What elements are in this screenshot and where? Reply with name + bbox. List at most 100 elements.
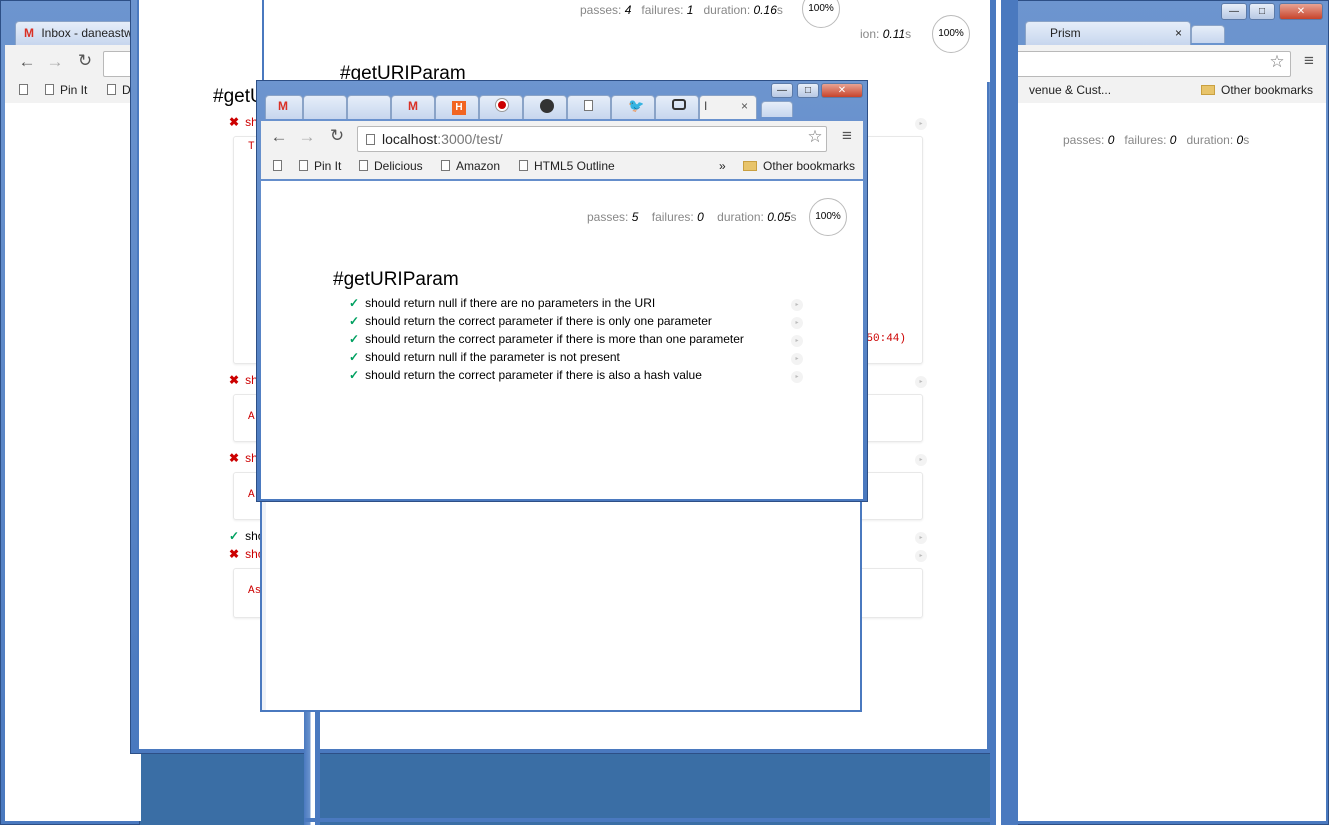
- tab-gmail[interactable]: M: [265, 95, 303, 119]
- progress-ring: 100%: [802, 0, 840, 28]
- reload-icon[interactable]: ↻: [327, 126, 347, 146]
- mocha-stats: passes: 4 failures: 1 duration: 0.16s: [580, 3, 783, 17]
- tab-github[interactable]: [523, 95, 567, 119]
- error-text: A: [248, 489, 255, 501]
- duration-label: duration:: [703, 3, 751, 17]
- bookmark-star-icon[interactable]: ☆: [1267, 52, 1287, 72]
- test-title[interactable]: should return the correct parameter if t…: [365, 368, 702, 382]
- replay-icon[interactable]: ▸: [791, 335, 803, 347]
- chrome-menu-icon[interactable]: ≡: [1299, 51, 1319, 71]
- error-text: A: [248, 411, 255, 423]
- duration-value: 0.05: [767, 210, 791, 224]
- bookmark-blank[interactable]: [19, 83, 34, 97]
- back-arrow-icon[interactable]: ←: [269, 127, 289, 147]
- tab-chat[interactable]: [655, 95, 699, 119]
- replay-icon[interactable]: ▸: [791, 371, 803, 383]
- tab-page[interactable]: [567, 95, 611, 119]
- bookmark-d[interactable]: D: [107, 83, 131, 97]
- pass-icon: ✓: [349, 314, 360, 328]
- passes-label: passes:: [1063, 133, 1105, 147]
- prism-address-bar[interactable]: [1011, 51, 1291, 77]
- pass-icon: ✓: [229, 529, 240, 543]
- other-bookmarks[interactable]: Other bookmarks: [1201, 83, 1313, 97]
- tab-close-icon[interactable]: ×: [741, 99, 748, 113]
- minimize-button[interactable]: —: [1221, 3, 1247, 20]
- bookmark-pin-it[interactable]: Pin It: [45, 83, 87, 97]
- chrome-menu-icon[interactable]: ≡: [837, 126, 857, 146]
- tab-blank[interactable]: [303, 95, 347, 119]
- test-item: ✓ should return the correct parameter if …: [349, 314, 712, 328]
- page-icon: [299, 160, 308, 171]
- window-edge: [990, 0, 1010, 825]
- tab-hacker-news[interactable]: H: [435, 95, 479, 119]
- test-item: ✖ sh: [229, 115, 258, 129]
- tab-blank[interactable]: [347, 95, 391, 119]
- new-tab-button[interactable]: [761, 101, 793, 117]
- new-tab-button[interactable]: [1191, 25, 1225, 43]
- pass-icon: ✓: [349, 296, 360, 310]
- failures-label: failures:: [1124, 133, 1167, 147]
- test-title[interactable]: should return null if there are no param…: [365, 296, 655, 310]
- failures-count: 1: [686, 3, 694, 17]
- hackernews-icon: H: [452, 101, 466, 115]
- prism-page: passes: 0 failures: 0 duration: 0s: [1015, 103, 1326, 821]
- second-duration: ion: 0.11s: [860, 27, 911, 41]
- suite-heading[interactable]: #getURIParam: [333, 269, 459, 291]
- inbox-tab-title: Inbox - daneastw: [41, 26, 133, 40]
- gmail-icon: M: [24, 26, 34, 40]
- duration-value: 0.11: [882, 27, 906, 41]
- test-title[interactable]: should return the correct parameter if t…: [365, 314, 712, 328]
- failures-label: failures:: [651, 210, 694, 224]
- close-button[interactable]: ✕: [1279, 3, 1323, 20]
- bookmark-blank[interactable]: [273, 159, 288, 173]
- bookmark-star-icon[interactable]: ☆: [805, 127, 825, 147]
- failures-count: 0: [697, 210, 704, 224]
- back-arrow-icon[interactable]: ←: [17, 52, 37, 72]
- page-icon: [366, 134, 375, 145]
- tab-record[interactable]: [479, 95, 523, 119]
- tab-active[interactable]: I ×: [699, 95, 757, 119]
- maximize-button[interactable]: □: [1249, 3, 1275, 20]
- tab-prism[interactable]: Prism ×: [1025, 21, 1191, 45]
- bookmark-html5-outline[interactable]: HTML5 Outline: [519, 159, 615, 173]
- passes-count: 4: [624, 3, 632, 17]
- test-title[interactable]: should return the correct parameter if t…: [365, 332, 744, 346]
- replay-icon[interactable]: ▸: [791, 317, 803, 329]
- fail-icon: ✖: [229, 115, 240, 129]
- inbox-browser-window: M Inbox - daneastw ← → ↻ Pin It D: [0, 0, 143, 825]
- forward-arrow-icon[interactable]: →: [297, 127, 317, 147]
- bookmark-amazon[interactable]: Amazon: [441, 159, 500, 173]
- bookmark-label: Delicious: [374, 159, 423, 173]
- forward-arrow-icon[interactable]: →: [45, 52, 65, 72]
- page-icon: [19, 84, 28, 95]
- bookmark-partial[interactable]: venue & Cust...: [1029, 83, 1111, 97]
- fail-icon: ✖: [229, 373, 240, 387]
- front-address-bar[interactable]: localhost:3000/test/: [357, 126, 827, 152]
- passes-count: 0: [1107, 133, 1115, 147]
- failures-count: 0: [1169, 133, 1177, 147]
- more-bookmarks-button[interactable]: »: [719, 159, 726, 173]
- tab-close-icon[interactable]: ×: [1175, 26, 1182, 40]
- page-icon: [45, 84, 54, 95]
- tab-inbox[interactable]: M Inbox - daneastw: [15, 21, 141, 45]
- page-icon: [359, 160, 368, 171]
- front-browser-window: M M H 🐦 I × — □ ✕ ← → ↻ localhost:3000/t…: [256, 80, 868, 502]
- test-item: ✓ should return the correct parameter if …: [349, 368, 702, 382]
- duration-value: 0.16: [753, 3, 777, 17]
- replay-icon[interactable]: ▸: [791, 299, 803, 311]
- tab-gmail[interactable]: M: [391, 95, 435, 119]
- maximize-button[interactable]: □: [797, 83, 819, 98]
- bookmark-delicious[interactable]: Delicious: [359, 159, 423, 173]
- close-button[interactable]: ✕: [821, 83, 863, 98]
- twitter-icon: 🐦: [628, 98, 645, 113]
- tab-twitter[interactable]: 🐦: [611, 95, 655, 119]
- minimize-button[interactable]: —: [771, 83, 793, 98]
- bookmark-pin-it[interactable]: Pin It: [299, 159, 341, 173]
- bookmark-label: Pin It: [60, 83, 88, 97]
- test-title[interactable]: should return null if the parameter is n…: [365, 350, 620, 364]
- reload-icon[interactable]: ↻: [75, 51, 95, 71]
- duration-label: duration:: [1186, 133, 1234, 147]
- replay-icon[interactable]: ▸: [791, 353, 803, 365]
- gmail-icon: M: [278, 99, 288, 113]
- other-bookmarks[interactable]: Other bookmarks: [743, 159, 855, 173]
